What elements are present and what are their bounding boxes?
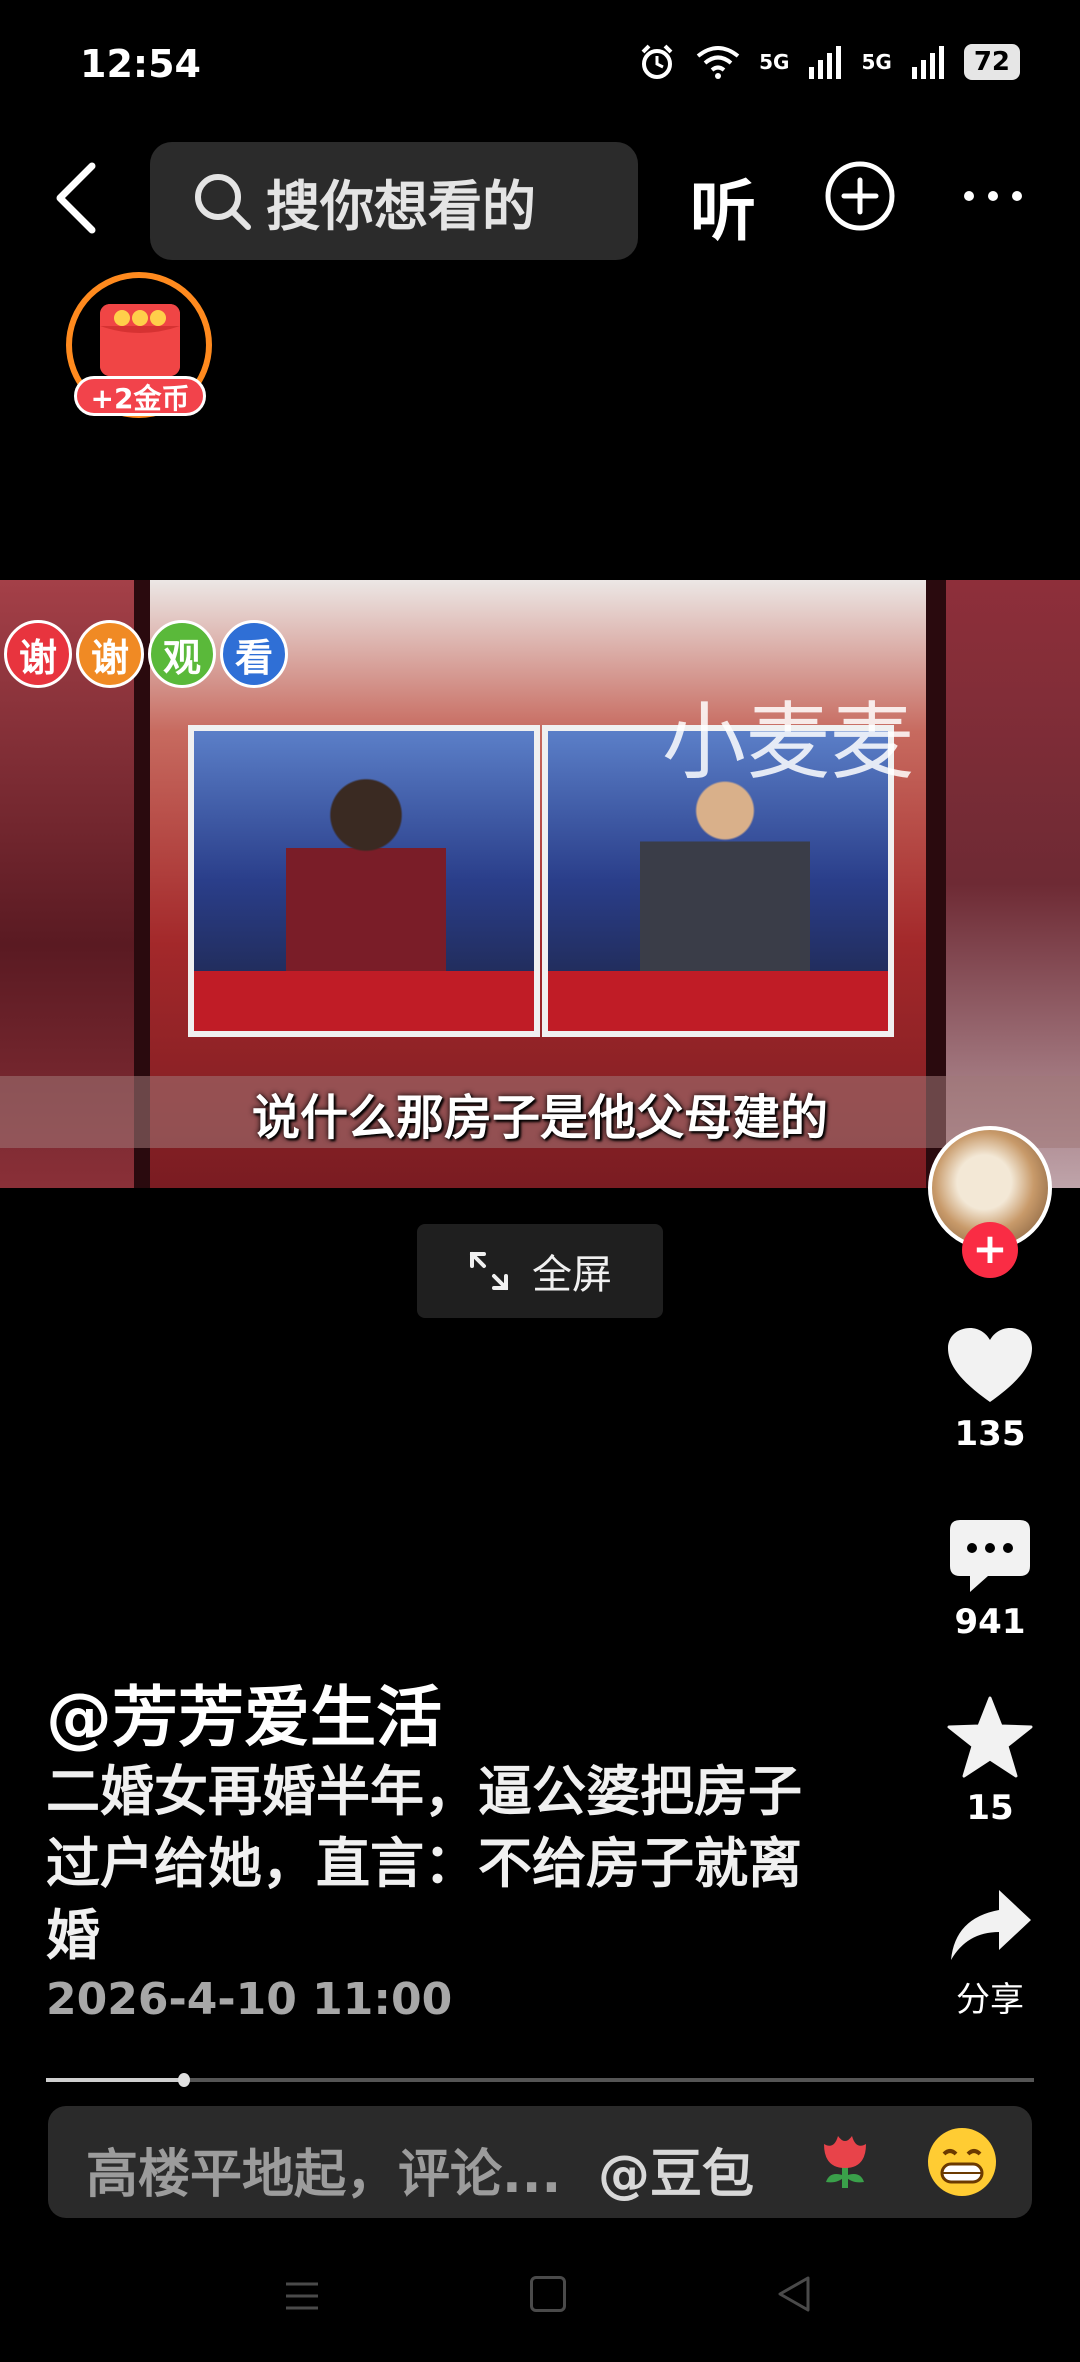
create-button[interactable] <box>824 160 896 232</box>
thanks-chip: 谢 <box>76 620 144 688</box>
comment-input-bar[interactable]: 高楼平地起，评论... @豆包 <box>48 2106 1032 2218</box>
home-nav-button[interactable] <box>530 2276 566 2312</box>
author-name[interactable]: @芳芳爱生活 <box>46 1664 442 1760</box>
status-icons: 5G 5G 72 <box>637 42 1020 82</box>
favorite-count: 15 <box>966 1788 1014 1828</box>
signal-icon <box>911 46 944 79</box>
share-button[interactable]: 分享 <box>930 1888 1050 2021</box>
heart-icon <box>948 1328 1032 1402</box>
coin-label: +2金币 <box>74 376 206 416</box>
red-packet-icon <box>100 304 180 376</box>
back-icon <box>56 162 96 234</box>
like-count: 135 <box>954 1414 1026 1454</box>
battery-icon: 72 <box>963 44 1020 80</box>
expand-icon <box>470 1252 508 1290</box>
favorite-button[interactable]: 15 <box>930 1696 1050 1828</box>
guest-man <box>640 771 810 991</box>
alarm-icon <box>641 44 673 79</box>
video-player[interactable]: 谢 谢 观 看 小麦麦 说什么那房子是他父母建的 <box>0 580 1080 1188</box>
post-date: 2026-4-10 11:00 <box>46 1974 453 2025</box>
progress-knob[interactable] <box>178 2073 191 2087</box>
grin-emoji-icon[interactable] <box>928 2128 996 2196</box>
listen-button[interactable]: 听 <box>690 158 756 254</box>
video-progress-bar[interactable] <box>46 2073 1034 2087</box>
wifi-icon <box>696 46 740 79</box>
more-button[interactable] <box>958 160 1028 232</box>
studio-desk <box>548 971 888 1031</box>
thanks-sticker: 谢 谢 观 看 <box>4 620 288 688</box>
search-placeholder: 搜你想看的 <box>266 174 536 238</box>
fullscreen-button[interactable]: 全屏 <box>417 1224 663 1318</box>
menu-icon[interactable] <box>284 2278 320 2314</box>
search-input[interactable]: 搜你想看的 <box>150 142 638 260</box>
back-button[interactable] <box>48 158 104 238</box>
network-label-1: 5G <box>759 50 790 74</box>
status-time: 12:54 <box>80 42 201 86</box>
comment-button[interactable]: 941 <box>930 1518 1050 1642</box>
share-label: 分享 <box>956 1980 1024 2020</box>
tv-panel-left <box>188 725 540 1037</box>
plus-circle-icon <box>825 161 895 231</box>
thanks-chip: 谢 <box>4 620 72 688</box>
video-watermark: 小麦麦 <box>662 693 915 791</box>
comment-icon <box>950 1520 1030 1592</box>
search-icon <box>195 174 251 230</box>
follow-button[interactable]: + <box>962 1222 1018 1278</box>
mention-doubao[interactable]: @豆包 <box>598 2132 754 2207</box>
network-label-2: 5G <box>861 50 892 74</box>
fullscreen-label: 全屏 <box>532 1252 612 1298</box>
comment-placeholder: 高楼平地起，评论... <box>86 2145 562 2205</box>
studio-desk <box>194 971 534 1031</box>
video-subtitle: 说什么那房子是他父母建的 <box>251 1090 828 1146</box>
rose-emoji-icon[interactable] <box>810 2126 880 2196</box>
star-icon <box>947 1696 1033 1778</box>
thanks-chip: 看 <box>220 620 288 688</box>
like-button[interactable]: 135 <box>930 1326 1050 1454</box>
post-description: 二婚女再婚半年，逼公婆把房子过户给她，直言：不给房子就离婚 <box>46 1760 802 1967</box>
thanks-chip: 观 <box>148 620 216 688</box>
signal-icon <box>809 46 842 79</box>
guest-woman <box>286 771 446 991</box>
progress-fill <box>46 2078 185 2082</box>
back-triangle-icon[interactable] <box>774 2274 814 2314</box>
more-icon <box>964 191 1022 201</box>
comment-count: 941 <box>954 1602 1026 1642</box>
share-arrow-icon <box>951 1890 1031 1960</box>
